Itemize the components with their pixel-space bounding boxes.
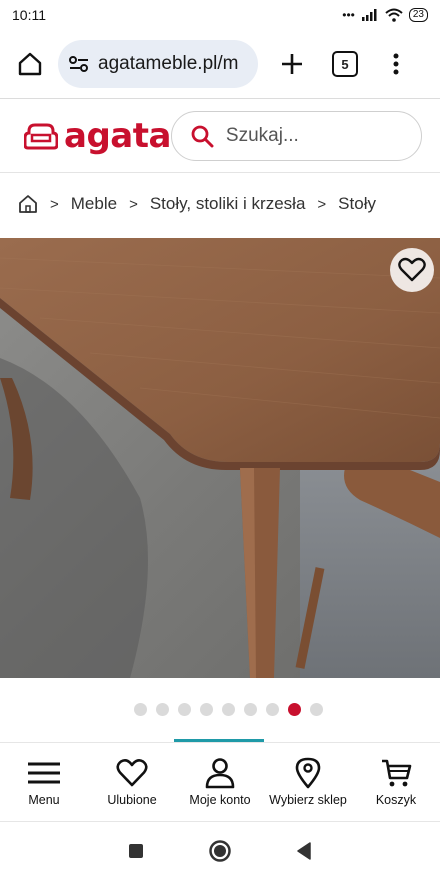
divider (0, 172, 440, 173)
breadcrumb-item-stoly-stoliki[interactable]: Stoły, stoliki i krzesła (150, 194, 306, 214)
table-photo (0, 238, 440, 678)
recents-square-icon[interactable] (128, 843, 144, 859)
browser-menu-button[interactable] (386, 53, 406, 75)
bottom-nav: Menu Ulubione Moje konto Wybierz sklep K… (0, 742, 440, 820)
nav-item-wybierz-sklep[interactable]: Wybierz sklep (266, 757, 350, 807)
breadcrumb-separator: > (317, 195, 327, 213)
gallery-dot[interactable] (133, 703, 147, 716)
nav-label: Wybierz sklep (269, 792, 347, 807)
system-nav-bar (0, 822, 440, 880)
address-bar[interactable]: agatameble.pl/m (58, 40, 258, 88)
site-settings-icon[interactable] (68, 55, 90, 73)
agata-logo[interactable]: agata (24, 116, 171, 156)
logo-text: agata (64, 116, 171, 156)
status-icons: ••• 23 (342, 8, 428, 22)
nav-label: Moje konto (189, 792, 251, 807)
gallery-dot[interactable] (199, 703, 213, 716)
status-time: 10:11 (12, 7, 46, 23)
new-tab-button[interactable] (274, 46, 310, 82)
search-icon (191, 125, 214, 148)
add-to-favorites-button[interactable] (390, 248, 434, 292)
gallery-dot[interactable] (155, 703, 169, 716)
gallery-dot[interactable] (243, 703, 257, 716)
gallery-pagination (0, 703, 440, 716)
back-triangle-icon[interactable] (296, 842, 312, 860)
url-text: agatameble.pl/m (98, 53, 239, 74)
breadcrumb-item-meble[interactable]: Meble (71, 194, 117, 214)
home-circle-icon[interactable] (208, 839, 232, 863)
breadcrumb-item-stoly[interactable]: Stoły (338, 194, 376, 214)
gallery-dot[interactable] (309, 703, 323, 716)
nav-item-moje-konto[interactable]: Moje konto (178, 757, 262, 807)
breadcrumb-separator: > (50, 195, 59, 213)
site-header: agata Szukaj... (0, 99, 440, 173)
heart-icon (116, 758, 148, 786)
wifi-icon (385, 8, 403, 22)
sofa-logo-icon (24, 123, 58, 150)
nav-label: Menu (28, 792, 60, 807)
plus-icon (282, 54, 302, 74)
notification-dots: ••• (342, 8, 355, 22)
tab-count: 5 (341, 56, 349, 72)
status-bar: 10:11 ••• 23 (0, 0, 440, 30)
gallery-dot-active[interactable] (287, 703, 301, 716)
nav-item-menu[interactable]: Menu (2, 757, 86, 807)
location-pin-icon (295, 757, 321, 788)
nav-label: Koszyk (375, 792, 417, 807)
search-input[interactable]: Szukaj... (170, 111, 422, 161)
nav-item-ulubione[interactable]: Ulubione (90, 757, 174, 807)
signal-icon (361, 9, 377, 21)
breadcrumb-home-icon[interactable] (18, 194, 38, 214)
home-button[interactable] (10, 44, 50, 84)
battery-icon: 23 (408, 8, 428, 22)
gallery-dot[interactable] (265, 703, 279, 716)
breadcrumb-separator: > (129, 195, 138, 213)
gallery-dot[interactable] (177, 703, 191, 716)
gallery-dot[interactable] (221, 703, 235, 716)
cart-icon (382, 759, 412, 786)
home-icon (18, 52, 42, 76)
search-placeholder: Szukaj... (225, 125, 299, 146)
browser-toolbar: agatameble.pl/m 5 (0, 36, 440, 92)
nav-item-koszyk[interactable]: Koszyk (354, 757, 438, 807)
heart-icon (398, 257, 426, 282)
product-image[interactable] (0, 238, 440, 678)
hamburger-icon (28, 762, 60, 783)
nav-label: Ulubione (107, 792, 157, 807)
breadcrumb: > Meble > Stoły, stoliki i krzesła > Sto… (0, 182, 440, 226)
tab-switcher-button[interactable]: 5 (332, 51, 358, 77)
more-vertical-icon (393, 53, 399, 75)
user-icon (205, 757, 235, 788)
